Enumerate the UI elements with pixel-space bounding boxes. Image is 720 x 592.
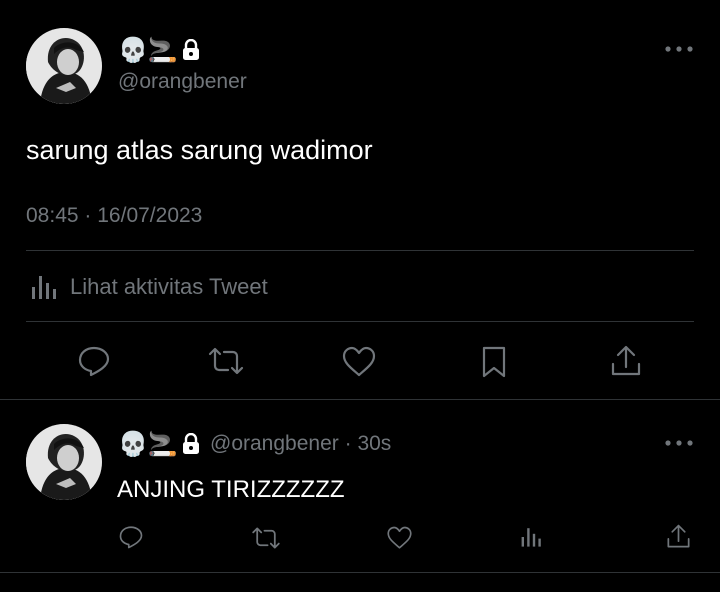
divider xyxy=(26,321,694,322)
more-icon[interactable] xyxy=(664,438,694,448)
more-icon[interactable] xyxy=(664,44,694,54)
lock-icon xyxy=(181,433,201,455)
tweet-age[interactable]: 30s xyxy=(357,432,391,455)
share-icon[interactable] xyxy=(610,344,642,378)
tweet-timestamp: 08:45 · 16/07/2023 xyxy=(26,203,202,229)
retweet-icon[interactable] xyxy=(250,526,282,550)
handle[interactable]: @orangbener xyxy=(210,432,339,455)
divider xyxy=(0,572,720,573)
divider xyxy=(0,399,720,400)
lock-icon xyxy=(181,39,201,61)
display-name[interactable]: 💀🚬 xyxy=(118,36,178,64)
reply-icon[interactable] xyxy=(77,345,111,377)
tweet-text: sarung atlas sarung wadimor xyxy=(26,135,373,165)
like-icon[interactable] xyxy=(386,526,413,550)
like-icon[interactable] xyxy=(341,346,377,378)
share-icon[interactable] xyxy=(666,523,691,550)
bookmark-icon[interactable] xyxy=(480,345,508,379)
analytics-icon[interactable] xyxy=(520,525,544,549)
tweet-time: 08:45 xyxy=(26,204,79,227)
reply-meta: @orangbener · 30s xyxy=(210,432,391,456)
meta-separator: · xyxy=(344,432,352,455)
tweet-date: 16/07/2023 xyxy=(97,204,203,227)
avatar[interactable] xyxy=(26,28,102,104)
timestamp-separator: · xyxy=(84,204,92,227)
avatar[interactable] xyxy=(26,424,102,500)
analytics-icon xyxy=(30,273,60,301)
divider xyxy=(26,250,694,251)
retweet-icon[interactable] xyxy=(206,346,246,376)
tweet-text: ANJING TIRIZZZZZZ xyxy=(117,476,345,503)
display-name[interactable]: 💀🚬 xyxy=(118,430,178,458)
activity-label: Lihat aktivitas Tweet xyxy=(70,274,268,299)
reply-icon[interactable] xyxy=(118,525,144,549)
handle[interactable]: @orangbener xyxy=(118,70,247,94)
tweet-activity-link[interactable]: Lihat aktivitas Tweet xyxy=(30,272,268,302)
